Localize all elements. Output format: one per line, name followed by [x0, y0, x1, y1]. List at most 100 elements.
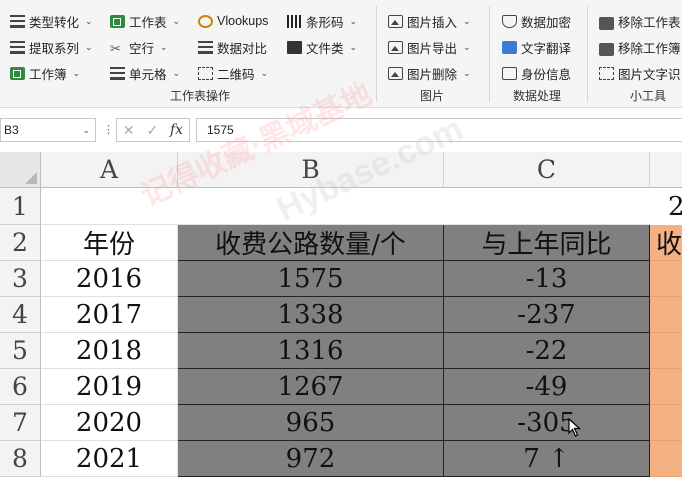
cell-d3[interactable]	[650, 261, 682, 297]
cell-a2[interactable]: 年份	[41, 225, 178, 261]
row-header-8[interactable]: 8	[0, 441, 41, 477]
row-header-2[interactable]: 2	[0, 225, 41, 261]
remove-workbook-label: 移除工作簿	[618, 41, 681, 56]
formula-buttons: ✕ ✓ fx	[116, 118, 190, 142]
chevron-down-icon: ⌄	[85, 15, 93, 26]
name-box-value: B3	[4, 123, 19, 137]
column-header-c[interactable]: C	[444, 152, 650, 188]
cell-row1-merged[interactable]	[41, 188, 650, 225]
cell-c3[interactable]: -13	[444, 261, 650, 297]
row-header-5[interactable]: 5	[0, 333, 41, 369]
cell-a5[interactable]: 2018	[41, 333, 178, 369]
row-header-4[interactable]: 4	[0, 297, 41, 333]
remove-sheet-button[interactable]: 移除工作表	[599, 10, 681, 32]
cell-c5[interactable]: -22	[444, 333, 650, 369]
type-convert-button[interactable]: 类型转化 ⌄	[10, 10, 93, 32]
barcode-button[interactable]: 条形码 ⌄	[287, 10, 357, 32]
group-label-image: 图片	[419, 89, 444, 103]
image-delete-label: 图片删除	[407, 67, 458, 82]
cell-d5[interactable]	[650, 333, 682, 369]
cell-b3[interactable]: 1575	[178, 261, 444, 297]
list-icon	[10, 40, 25, 54]
text-translate-button[interactable]: 文字翻译	[502, 36, 571, 58]
chevron-down-icon: ⌄	[463, 67, 471, 78]
enter-icon[interactable]: ✓	[146, 122, 158, 139]
workbook-button[interactable]: 工作簿 ⌄	[10, 62, 80, 84]
cell-b7[interactable]: 965	[178, 405, 444, 441]
cell-d7[interactable]	[650, 405, 682, 441]
row-header-6[interactable]: 6	[0, 369, 41, 405]
cell-row9-partial[interactable]	[41, 477, 682, 484]
excel-icon	[110, 14, 125, 28]
select-all-button[interactable]	[0, 152, 41, 188]
qrcode-button[interactable]: 二维码 ⌄	[198, 62, 268, 84]
cell-c2[interactable]: 与上年同比	[444, 225, 650, 261]
cell-b2[interactable]: 收费公路数量/个	[178, 225, 444, 261]
image-ocr-button[interactable]: 图片文字识	[599, 62, 681, 84]
image-icon	[388, 14, 403, 28]
remove-workbook-button[interactable]: 移除工作簿	[599, 36, 681, 58]
data-compare-button[interactable]: 数据对比	[198, 36, 267, 58]
image-delete-button[interactable]: 图片删除 ⌄	[388, 62, 471, 84]
cell-d8[interactable]	[650, 441, 682, 477]
cell-c4[interactable]: -237	[444, 297, 650, 333]
mouse-cursor-icon	[568, 418, 582, 437]
cell-c7[interactable]: -305	[444, 405, 650, 441]
cell-a7[interactable]: 2020	[41, 405, 178, 441]
group-divider	[489, 6, 490, 102]
cell-d1[interactable]: 2	[668, 188, 682, 225]
qr-icon	[198, 66, 213, 80]
cell-button[interactable]: 单元格 ⌄	[110, 62, 180, 84]
formula-input[interactable]: 1575	[196, 118, 682, 142]
chevron-down-icon[interactable]: ⌄	[82, 125, 90, 136]
extract-series-button[interactable]: 提取系列 ⌄	[10, 36, 93, 58]
cell-a8[interactable]: 2021	[41, 441, 178, 477]
document-icon	[287, 40, 302, 54]
cell-a3[interactable]: 2016	[41, 261, 178, 297]
chevron-down-icon: ⌄	[349, 15, 358, 26]
cell-b8[interactable]: 972	[178, 441, 444, 477]
image-icon	[388, 66, 403, 80]
column-header-b[interactable]: B	[178, 152, 444, 188]
image-export-button[interactable]: 图片导出 ⌄	[388, 36, 471, 58]
more-icon[interactable]: ⋮	[103, 123, 114, 136]
lock-icon	[599, 17, 614, 30]
id-info-button[interactable]: 身份信息	[502, 62, 571, 84]
cell-a6[interactable]: 2019	[41, 369, 178, 405]
name-box[interactable]: B3 ⌄	[0, 118, 96, 142]
group-label-sheet-ops: 工作表操作	[169, 89, 230, 103]
row-header-1[interactable]: 1	[0, 188, 41, 225]
column-header-d[interactable]	[650, 152, 682, 188]
chevron-down-icon: ⌄	[172, 15, 181, 26]
cell-c8[interactable]: 7 ↑	[444, 441, 650, 477]
row-header-3[interactable]: 3	[0, 261, 41, 297]
list-icon	[110, 66, 125, 80]
cell-a4[interactable]: 2017	[41, 297, 178, 333]
cell-d4[interactable]	[650, 297, 682, 333]
row-header-7[interactable]: 7	[0, 405, 41, 441]
insert-function-button[interactable]: fx	[170, 122, 183, 138]
chevron-down-icon: ⌄	[463, 15, 471, 26]
vlookups-label: Vlookups	[217, 14, 269, 28]
vlookups-button[interactable]: Vlookups	[198, 10, 268, 32]
cell-c6[interactable]: -49	[444, 369, 650, 405]
ribbon-toolbar: 类型转化 ⌄ 提取系列 ⌄ 工作簿 ⌄ 工作表 ⌄ ✂ 空行 ⌄ 单元格 ⌄ Vlookup…	[0, 0, 682, 108]
cell-b4[interactable]: 1338	[178, 297, 444, 333]
group-divider	[587, 6, 588, 102]
image-insert-button[interactable]: 图片插入 ⌄	[388, 10, 471, 32]
cancel-icon[interactable]: ✕	[123, 122, 135, 139]
search-icon	[198, 14, 213, 28]
qrcode-label: 二维码	[217, 67, 255, 82]
empty-row-button[interactable]: ✂ 空行 ⌄	[110, 36, 168, 58]
worksheet-button[interactable]: 工作表 ⌄	[110, 10, 180, 32]
cell-d6[interactable]	[650, 369, 682, 405]
cell-b6[interactable]: 1267	[178, 369, 444, 405]
cell-b5[interactable]: 1316	[178, 333, 444, 369]
chevron-down-icon: ⌄	[72, 67, 81, 78]
group-label-tools: 小工具	[629, 89, 666, 103]
chevron-down-icon: ⌄	[463, 41, 471, 52]
cell-d2[interactable]: 收	[650, 225, 682, 261]
file-type-button[interactable]: 文件类 ⌄	[287, 36, 357, 58]
data-encrypt-button[interactable]: 数据加密	[502, 10, 571, 32]
column-header-a[interactable]: A	[41, 152, 178, 188]
